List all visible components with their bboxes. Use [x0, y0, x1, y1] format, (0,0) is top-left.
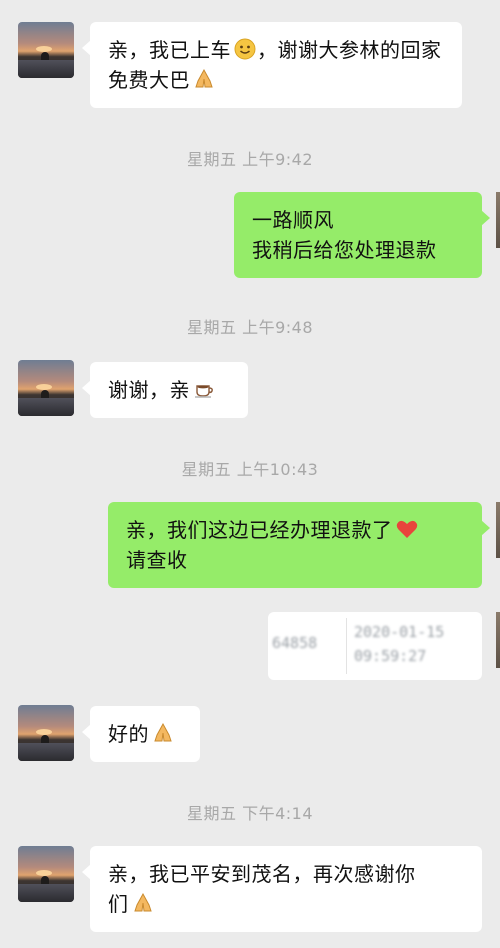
smiling-face-emoji-icon — [234, 38, 256, 60]
message-text-line: 们 — [108, 892, 129, 916]
transfer-date: 2020-01-15 — [354, 623, 445, 641]
message-text-line: 我稍后给您处理退款 — [252, 238, 437, 262]
message-text: 谢谢，亲 — [108, 378, 190, 402]
transfer-id: 64858 — [272, 634, 318, 652]
message-text: 好的 — [108, 722, 149, 746]
timestamp: 星期五 下午4:14 — [186, 804, 314, 823]
message-bubble-received[interactable]: 谢谢，亲 — [82, 362, 248, 418]
self-avatar-edge[interactable] — [496, 502, 500, 558]
message-text-line: 亲，我已平安到茂名，再次感谢你 — [108, 862, 416, 886]
contact-avatar[interactable] — [18, 360, 74, 416]
contact-avatar[interactable] — [18, 705, 74, 761]
message-bubble-received[interactable]: 亲，我已平安到茂名，再次感谢你 们 — [82, 846, 482, 932]
message-text-line: 请查收 — [126, 548, 188, 572]
message-bubble-sent[interactable]: 亲，我们这边已经办理退款了 请查收 — [108, 502, 490, 588]
message-text-line: 亲，我们这边已经办理退款了 — [126, 518, 393, 542]
self-avatar-edge[interactable] — [496, 612, 500, 668]
coffee-emoji-icon — [195, 385, 213, 398]
message-bubble-received[interactable]: 亲，我已上车 ，谢谢大参林的回家免费大巴 — [82, 22, 462, 108]
contact-avatar[interactable] — [18, 22, 74, 78]
timestamp: 星期五 上午9:42 — [186, 150, 314, 169]
divider — [346, 618, 347, 674]
folded-hands-emoji-icon — [195, 68, 213, 88]
timestamp: 星期五 上午10:43 — [181, 460, 319, 479]
folded-hands-emoji-icon — [154, 722, 172, 742]
chat-screen: 亲，我已上车 ，谢谢大参林的回家免费大巴 星期五 上午9:42 一路顺风 我稍后给… — [0, 0, 500, 948]
refund-transfer-card[interactable]: 64858 2020-01-15 09:59:27 — [268, 612, 482, 680]
message-text-line: 一路顺风 — [252, 208, 334, 232]
transfer-time: 09:59:27 — [354, 647, 427, 665]
message-text: 亲，我已上车 — [108, 38, 231, 62]
folded-hands-emoji-icon — [133, 892, 152, 912]
self-avatar-edge[interactable] — [496, 192, 500, 248]
timestamp: 星期五 上午9:48 — [186, 318, 314, 337]
contact-avatar[interactable] — [18, 846, 74, 902]
message-bubble-sent[interactable]: 一路顺风 我稍后给您处理退款 — [234, 192, 490, 278]
red-heart-emoji-icon — [396, 520, 417, 538]
message-bubble-received[interactable]: 好的 — [82, 706, 200, 762]
